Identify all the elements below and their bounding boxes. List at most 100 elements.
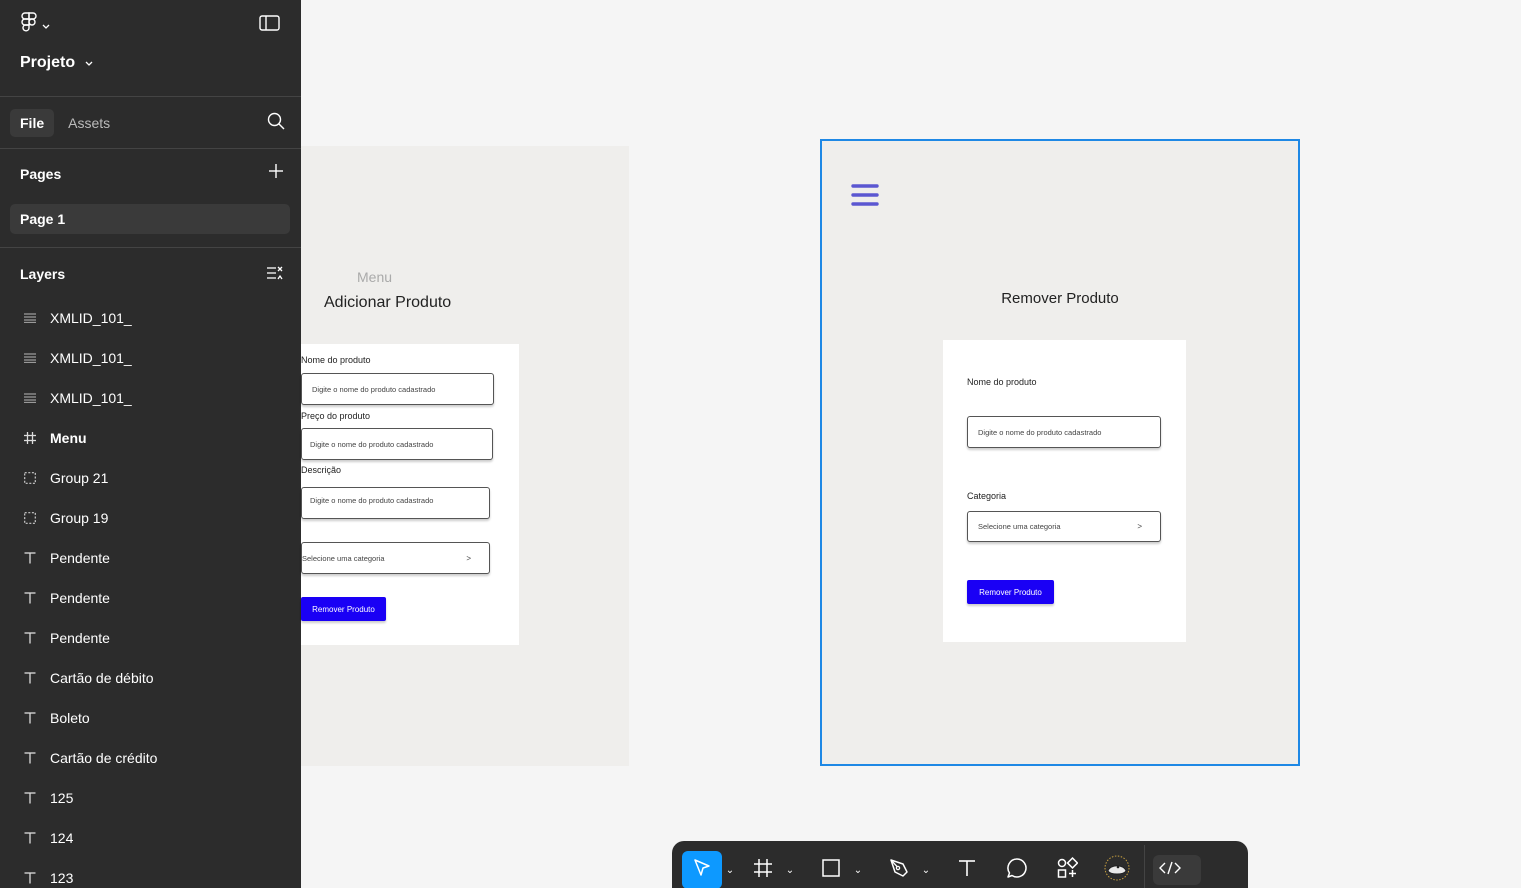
category-label: Categoria bbox=[967, 491, 1007, 501]
layers-title: Layers bbox=[20, 266, 66, 282]
chevron-down-icon bbox=[42, 17, 50, 35]
form-card: Nome do produto Digite o nome do produto… bbox=[943, 340, 1186, 642]
actions-tool-button[interactable] bbox=[1048, 851, 1086, 888]
search-icon[interactable] bbox=[267, 112, 285, 135]
layer-item[interactable]: Cartão de crédito bbox=[0, 738, 301, 778]
text-icon bbox=[22, 830, 38, 846]
frame-icon bbox=[22, 430, 38, 446]
layer-item[interactable]: Cartão de débito bbox=[0, 658, 301, 698]
components-icon bbox=[1056, 856, 1079, 884]
category-select[interactable]: Selecione uma categoria > bbox=[967, 511, 1161, 542]
pages-section: Pages Page 1 bbox=[0, 149, 301, 248]
layer-item[interactable]: XMLID_101_ bbox=[0, 338, 301, 378]
layer-item[interactable]: Pendente bbox=[0, 578, 301, 618]
name-input[interactable]: Digite o nome do produto cadastrado bbox=[967, 416, 1161, 448]
rectangle-tool-button[interactable] bbox=[812, 851, 850, 888]
move-tool-button[interactable] bbox=[682, 851, 722, 888]
dev-mode-toggle[interactable] bbox=[1153, 855, 1201, 885]
price-input[interactable]: Digite o nome do produto cadastrado bbox=[301, 428, 493, 460]
name-label: Nome do produto bbox=[301, 355, 371, 365]
frame-adicionar-produto[interactable]: Menu Adicionar Produto Nome do produto D… bbox=[301, 146, 629, 766]
project-name-dropdown[interactable]: Projeto bbox=[20, 54, 93, 72]
remove-product-button[interactable]: Remover Produto bbox=[967, 580, 1054, 604]
text-tool-button[interactable] bbox=[948, 851, 986, 888]
group-icon bbox=[22, 470, 38, 486]
layer-item[interactable]: XMLID_101_ bbox=[0, 298, 301, 338]
group-lines-icon bbox=[22, 310, 38, 326]
layer-item[interactable]: XMLID_101_ bbox=[0, 378, 301, 418]
rectangle-icon bbox=[821, 858, 841, 883]
chevron-down-icon[interactable]: ⌄ bbox=[850, 851, 866, 888]
frame-tool-button[interactable] bbox=[744, 851, 782, 888]
text-icon bbox=[957, 858, 977, 883]
frame-remover-produto[interactable]: Remover Produto Nome do produto Digite o… bbox=[820, 139, 1300, 766]
text-icon bbox=[22, 670, 38, 686]
sidebar-header: Projeto bbox=[0, 0, 301, 97]
text-icon bbox=[22, 870, 38, 886]
comment-icon bbox=[1006, 857, 1028, 884]
layer-item[interactable]: Menu bbox=[0, 418, 301, 458]
chevron-right-icon: > bbox=[466, 553, 471, 563]
pages-title: Pages bbox=[20, 166, 62, 182]
description-label: Descrição bbox=[301, 465, 342, 475]
name-label: Nome do produto bbox=[967, 377, 1037, 387]
comment-tool-button[interactable] bbox=[998, 851, 1036, 888]
toolbar-divider bbox=[1144, 845, 1145, 888]
frame-title: Remover Produto bbox=[1001, 290, 1119, 307]
layer-item[interactable]: 125 bbox=[0, 778, 301, 818]
sidebar-tabs: File Assets bbox=[0, 97, 301, 149]
layer-item[interactable]: Group 21 bbox=[0, 458, 301, 498]
page-item[interactable]: Page 1 bbox=[10, 204, 290, 234]
frame-title: Adicionar Produto bbox=[324, 294, 452, 311]
layer-item[interactable]: 124 bbox=[0, 818, 301, 858]
layer-item[interactable]: Group 19 bbox=[0, 498, 301, 538]
category-placeholder: Selecione uma categoria bbox=[302, 553, 385, 563]
group-icon bbox=[22, 510, 38, 526]
hamburger-menu-icon[interactable] bbox=[851, 183, 879, 212]
figma-logo-icon bbox=[20, 12, 38, 39]
chevron-down-icon[interactable]: ⌄ bbox=[722, 851, 738, 888]
layers-header: Layers bbox=[0, 248, 301, 298]
text-icon bbox=[22, 750, 38, 766]
text-icon bbox=[22, 590, 38, 606]
chevron-down-icon[interactable]: ⌄ bbox=[918, 851, 934, 888]
remove-product-button[interactable]: Remover Produto bbox=[301, 597, 386, 621]
ai-mascot-icon bbox=[1103, 854, 1131, 887]
left-sidebar: Projeto File Assets Pages Page 1 Layers … bbox=[0, 0, 301, 888]
price-label: Preço do produto bbox=[301, 411, 371, 421]
chevron-down-icon[interactable]: ⌄ bbox=[782, 851, 798, 888]
code-icon bbox=[1159, 860, 1181, 881]
text-icon bbox=[22, 550, 38, 566]
form-card: Nome do produto Digite o nome do produto… bbox=[301, 344, 519, 645]
group-lines-icon bbox=[22, 390, 38, 406]
collapse-layers-icon[interactable] bbox=[267, 266, 283, 285]
chevron-down-icon bbox=[85, 54, 93, 72]
cursor-icon bbox=[692, 858, 712, 883]
pen-tool-button[interactable] bbox=[880, 851, 918, 888]
add-page-icon[interactable] bbox=[269, 164, 283, 183]
tab-assets[interactable]: Assets bbox=[58, 109, 120, 137]
toggle-sidebar-icon[interactable] bbox=[259, 14, 281, 37]
text-icon bbox=[22, 790, 38, 806]
layer-item[interactable]: Pendente bbox=[0, 618, 301, 658]
menu-label: Menu bbox=[357, 269, 393, 285]
pen-icon bbox=[888, 857, 910, 884]
tab-file[interactable]: File bbox=[10, 108, 55, 137]
ai-tool-button[interactable] bbox=[1098, 851, 1136, 888]
description-input[interactable]: Digite o nome do produto cadastrado bbox=[301, 487, 490, 519]
name-input[interactable]: Digite o nome do produto cadastrado bbox=[301, 373, 494, 405]
category-select[interactable]: Selecione uma categoria > bbox=[301, 542, 490, 574]
text-icon bbox=[22, 710, 38, 726]
layer-item[interactable]: Boleto bbox=[0, 698, 301, 738]
frame-icon bbox=[753, 858, 773, 883]
layers-list: XMLID_101_ XMLID_101_ XMLID_101_ Menu Gr… bbox=[0, 298, 301, 888]
layer-item[interactable]: Pendente bbox=[0, 538, 301, 578]
chevron-right-icon: > bbox=[1137, 522, 1142, 531]
text-icon bbox=[22, 630, 38, 646]
main-menu-button[interactable] bbox=[20, 12, 50, 39]
category-placeholder: Selecione uma categoria bbox=[978, 522, 1061, 531]
bottom-toolbar: ⌄ ⌄ ⌄ ⌄ bbox=[672, 841, 1248, 888]
layer-item[interactable]: 123 bbox=[0, 858, 301, 888]
group-lines-icon bbox=[22, 350, 38, 366]
project-name: Projeto bbox=[20, 54, 76, 71]
